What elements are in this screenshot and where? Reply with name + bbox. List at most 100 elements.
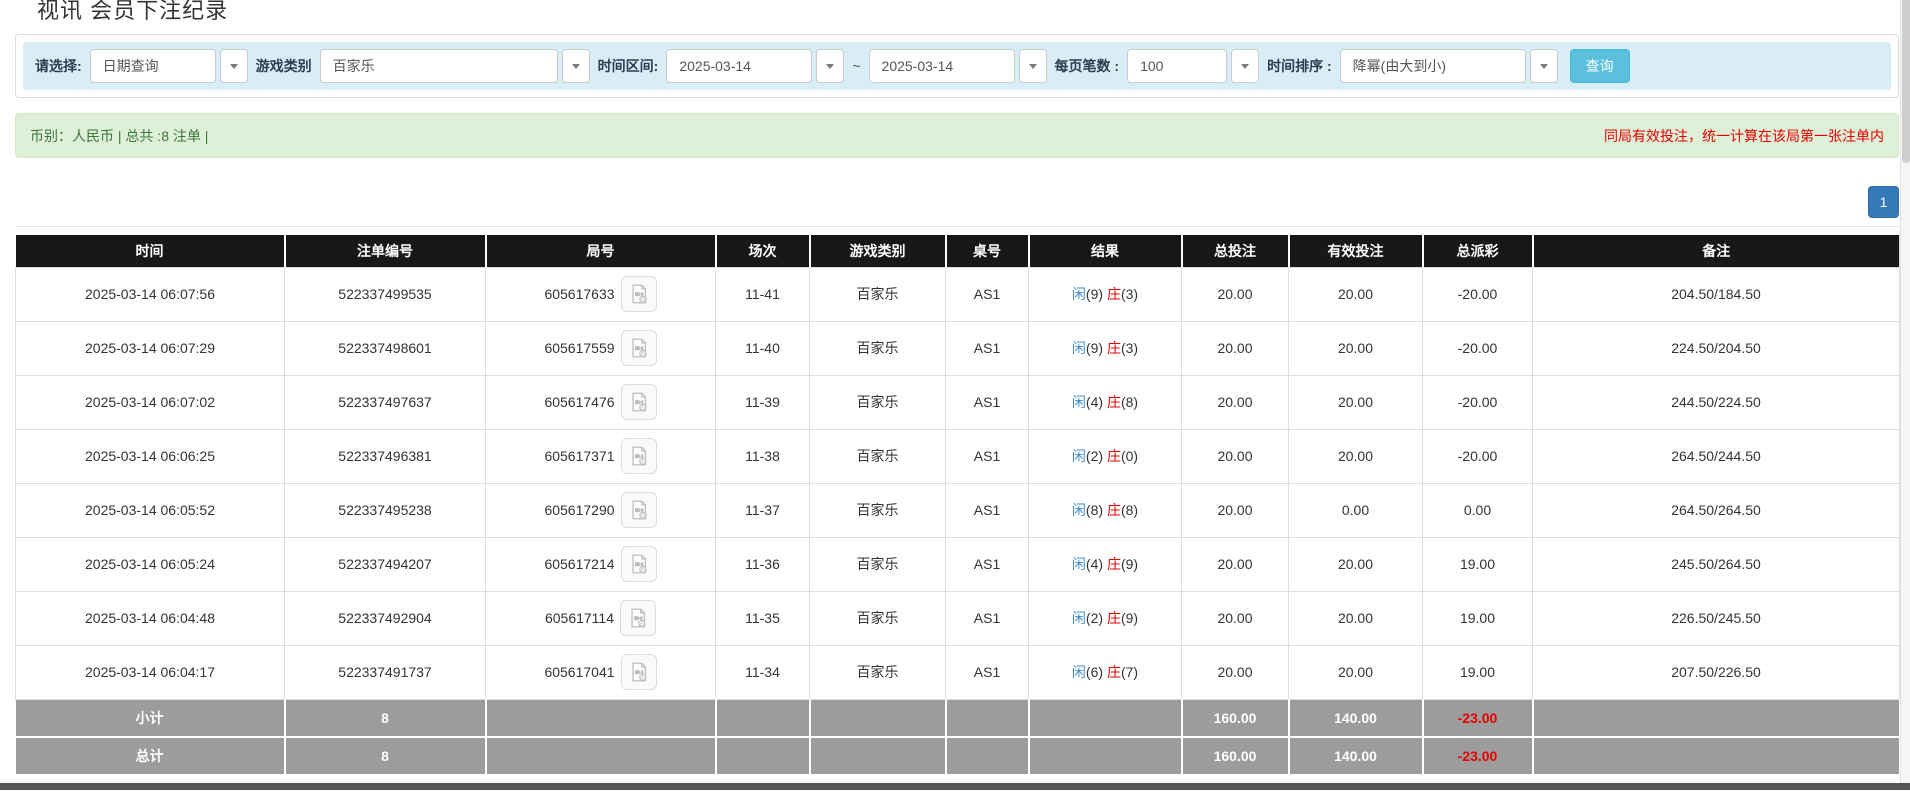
cell-payout: 19.00 <box>1423 537 1533 591</box>
sort-order-value[interactable]: 降幂(由大到小) <box>1340 49 1526 83</box>
page-size-value[interactable]: 100 <box>1127 49 1227 83</box>
cell-round-id: 605617114 <box>486 591 716 645</box>
cell-valid-bet: 20.00 <box>1289 591 1423 645</box>
video-replay-button[interactable] <box>621 276 657 312</box>
cell-game-type: 百家乐 <box>810 537 946 591</box>
total-empty-cell <box>716 737 810 775</box>
game-type-value[interactable]: 百家乐 <box>320 49 558 83</box>
video-replay-file-icon <box>628 391 650 413</box>
header-total-bet: 总投注 <box>1182 235 1289 267</box>
game-type-label: 游戏类别 <box>256 56 312 76</box>
date-from-value[interactable]: 2025-03-14 <box>666 49 812 83</box>
result-banker-points: (0) <box>1121 448 1138 464</box>
header-result: 结果 <box>1029 235 1182 267</box>
round-id-value: 605617290 <box>544 502 614 518</box>
cell-total-bet[interactable]: 20.00 <box>1182 267 1289 321</box>
cell-total-bet[interactable]: 20.00 <box>1182 591 1289 645</box>
cell-session: 11-39 <box>716 375 810 429</box>
cell-bet-id: 522337497637 <box>285 375 486 429</box>
cell-total-bet[interactable]: 20.00 <box>1182 321 1289 375</box>
page-container: 视讯 会员下注纪录 请选择: 日期查询 游戏类别 百家乐 时间区间: 2025-… <box>0 0 1910 776</box>
date-from-dropdown-button[interactable] <box>816 49 844 83</box>
query-type-value[interactable]: 日期查询 <box>90 49 216 83</box>
caret-down-icon <box>1241 64 1249 69</box>
total-count: 8 <box>285 737 486 775</box>
date-to-dropdown-button[interactable] <box>1019 49 1047 83</box>
cell-game-type: 百家乐 <box>810 591 946 645</box>
result-player-points: (4) <box>1086 556 1103 572</box>
cell-remark: 244.50/224.50 <box>1533 375 1900 429</box>
table-footer: 小计 8 160.00 140.00 -23.00 总计 8 <box>16 699 1900 775</box>
video-replay-button[interactable] <box>621 492 657 528</box>
result-banker-points: (8) <box>1121 394 1138 410</box>
subtotal-total-bet: 160.00 <box>1182 699 1289 737</box>
currency-total-text: 币别：人民币 | 总共 :8 注单 | <box>30 126 208 146</box>
table-row: 2025-03-14 06:05:24 522337494207 6056172… <box>16 537 1900 591</box>
video-replay-button[interactable] <box>621 438 657 474</box>
cell-time: 2025-03-14 06:06:25 <box>16 429 285 483</box>
query-type-select[interactable]: 日期查询 <box>90 49 248 83</box>
result-player-points: (8) <box>1086 502 1103 518</box>
cell-total-bet[interactable]: 20.00 <box>1182 429 1289 483</box>
result-banker-points: (9) <box>1121 556 1138 572</box>
header-game-type: 游戏类别 <box>810 235 946 267</box>
subtotal-empty-cell <box>716 699 810 737</box>
search-button[interactable]: 查询 <box>1570 49 1630 83</box>
video-replay-file-icon <box>628 553 650 575</box>
video-replay-button[interactable] <box>621 654 657 690</box>
cell-bet-id: 522337495238 <box>285 483 486 537</box>
cell-remark: 226.50/245.50 <box>1533 591 1900 645</box>
cell-total-bet[interactable]: 20.00 <box>1182 645 1289 699</box>
date-from-picker[interactable]: 2025-03-14 <box>666 49 844 83</box>
game-type-dropdown-button[interactable] <box>562 49 590 83</box>
cell-total-bet[interactable]: 20.00 <box>1182 537 1289 591</box>
cell-bet-id: 522337496381 <box>285 429 486 483</box>
cell-total-bet[interactable]: 20.00 <box>1182 483 1289 537</box>
cell-table-no: AS1 <box>946 645 1029 699</box>
cell-game-type: 百家乐 <box>810 483 946 537</box>
cell-payout: 19.00 <box>1423 591 1533 645</box>
page-size-select[interactable]: 100 <box>1127 49 1259 83</box>
page-size-dropdown-button[interactable] <box>1231 49 1259 83</box>
cell-table-no: AS1 <box>946 429 1029 483</box>
sort-order-select[interactable]: 降幂(由大到小) <box>1340 49 1558 83</box>
query-type-dropdown-button[interactable] <box>220 49 248 83</box>
result-player-label: 闲 <box>1072 394 1086 410</box>
date-range-label: 时间区间: <box>598 56 659 76</box>
video-replay-button[interactable] <box>621 384 657 420</box>
result-player-points: (6) <box>1086 664 1103 680</box>
round-id-value: 605617214 <box>544 556 614 572</box>
cell-session: 11-35 <box>716 591 810 645</box>
video-replay-button[interactable] <box>621 330 657 366</box>
page-1-button[interactable]: 1 <box>1868 186 1899 218</box>
game-type-select[interactable]: 百家乐 <box>320 49 590 83</box>
total-label: 总计 <box>16 737 285 775</box>
date-to-value[interactable]: 2025-03-14 <box>869 49 1015 83</box>
vertical-scrollbar[interactable] <box>1900 0 1910 790</box>
video-replay-button[interactable] <box>620 600 656 636</box>
result-banker-label: 庄 <box>1107 394 1121 410</box>
window-bottom-edge <box>0 783 1910 790</box>
cell-total-bet[interactable]: 20.00 <box>1182 375 1289 429</box>
video-replay-file-icon <box>628 661 650 683</box>
header-table-no: 桌号 <box>946 235 1029 267</box>
header-session: 场次 <box>716 235 810 267</box>
round-id-value: 605617633 <box>544 286 614 302</box>
sort-order-dropdown-button[interactable] <box>1530 49 1558 83</box>
date-to-picker[interactable]: 2025-03-14 <box>869 49 1047 83</box>
page-title: 视讯 会员下注纪录 <box>37 0 1899 25</box>
result-banker-points: (7) <box>1121 664 1138 680</box>
scrollbar-thumb[interactable] <box>1902 0 1910 163</box>
cell-payout: -20.00 <box>1423 321 1533 375</box>
header-round-id: 局号 <box>486 235 716 267</box>
cell-result: 闲(2) 庄(0) <box>1029 429 1182 483</box>
cell-table-no: AS1 <box>946 483 1029 537</box>
result-banker-label: 庄 <box>1107 664 1121 680</box>
video-replay-button[interactable] <box>621 546 657 582</box>
result-banker-label: 庄 <box>1107 448 1121 464</box>
cell-payout: -20.00 <box>1423 429 1533 483</box>
subtotal-empty-cell <box>946 699 1029 737</box>
cell-session: 11-38 <box>716 429 810 483</box>
header-bet-id: 注单编号 <box>285 235 486 267</box>
cell-payout: -20.00 <box>1423 267 1533 321</box>
